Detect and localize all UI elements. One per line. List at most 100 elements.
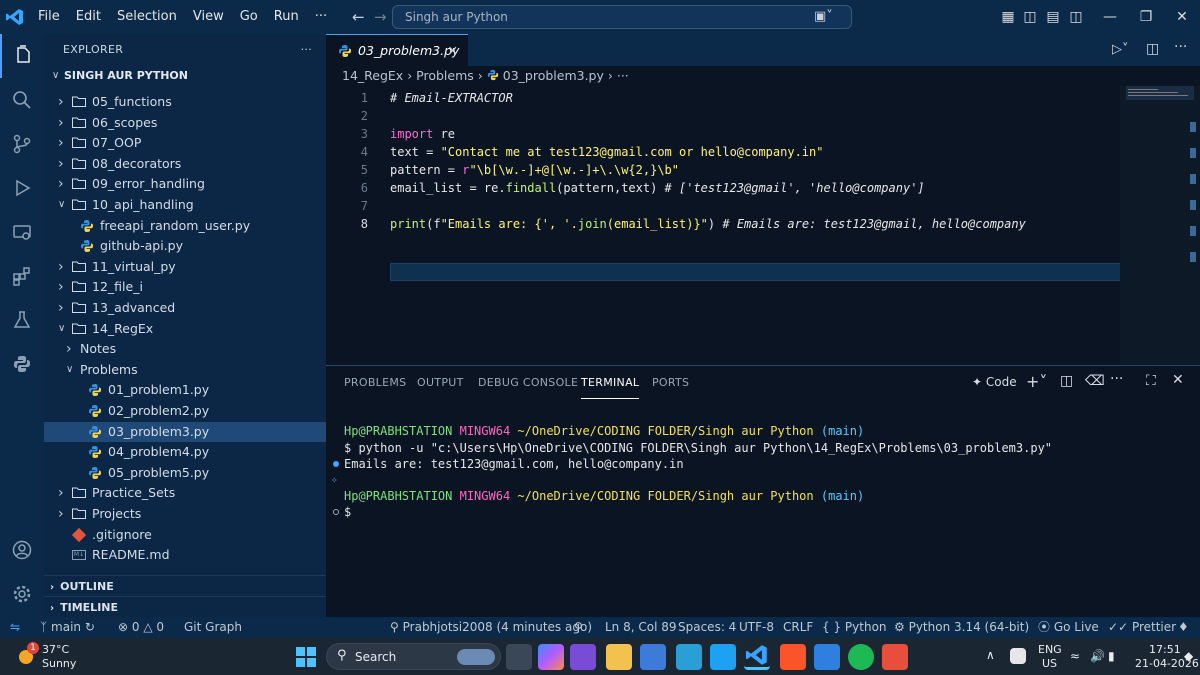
tree-item[interactable]: › 08_decorators — [44, 154, 326, 174]
copilot-app-icon[interactable] — [538, 644, 564, 670]
command-center-search[interactable]: Singh aur Python — [392, 5, 852, 29]
battery-icon[interactable]: ▮ — [1108, 649, 1115, 663]
back-arrow-icon[interactable]: ← — [352, 0, 365, 34]
forward-arrow-icon[interactable]: → — [374, 0, 387, 34]
tree-item[interactable]: ∨ 14_RegEx — [44, 319, 326, 339]
weather-sun-icon[interactable]: 1 — [15, 642, 39, 667]
tree-item[interactable]: › 05_functions — [44, 92, 326, 112]
terminal-profile-selector[interactable]: ✦ Code — [972, 375, 1017, 389]
menu-run[interactable]: Run — [266, 0, 307, 34]
start-windows-icon[interactable] — [293, 644, 319, 670]
tree-item[interactable]: › 12_file_i — [44, 277, 326, 297]
wifi-icon[interactable]: ≈ — [1070, 649, 1080, 663]
twitter-icon[interactable] — [710, 644, 736, 670]
source-control-icon[interactable] — [0, 122, 44, 166]
tree-item[interactable]: 02_problem2.py — [44, 401, 326, 421]
taskbar-search[interactable]: ⚲ Search — [326, 643, 501, 670]
command-success-dot-icon[interactable] — [333, 461, 339, 467]
breadcrumb-item[interactable]: ··· — [617, 68, 629, 83]
tree-item[interactable]: › Practice_Sets — [44, 483, 326, 503]
app-icon[interactable] — [814, 644, 840, 670]
restore-icon[interactable]: ❐ — [1126, 0, 1166, 34]
minimap[interactable] — [1120, 86, 1200, 365]
python-icon[interactable] — [0, 342, 44, 386]
input-region[interactable]: US — [1042, 657, 1057, 670]
tree-item[interactable]: › 07_OOP — [44, 133, 326, 153]
new-terminal-icon[interactable]: +˅ — [1026, 372, 1047, 391]
tree-item[interactable]: github-api.py — [44, 236, 326, 256]
branch-indicator[interactable]: ᛉ main ↻ — [40, 617, 95, 638]
tree-item[interactable]: 05_problem5.py — [44, 463, 326, 483]
volume-icon[interactable]: 🔊 — [1090, 649, 1105, 663]
end-of-line[interactable]: CRLF — [783, 617, 813, 638]
extensions-icon[interactable] — [0, 254, 44, 298]
testing-flask-icon[interactable] — [0, 298, 44, 342]
tab-close-icon[interactable]: ✕ — [448, 43, 458, 58]
copilot-icon[interactable]: ▣˅ — [814, 0, 833, 34]
kill-terminal-trash-icon[interactable]: ⌫ — [1085, 373, 1105, 389]
menu-edit[interactable]: Edit — [68, 0, 109, 34]
clock-time[interactable]: 17:51 — [1149, 643, 1181, 656]
remote-explorer-icon[interactable] — [0, 210, 44, 254]
run-debug-icon[interactable] — [0, 166, 44, 210]
tree-item[interactable]: 03_problem3.py — [44, 422, 326, 442]
tray-chevron-up-icon[interactable]: ∧ — [986, 648, 995, 662]
menu-go[interactable]: Go — [232, 0, 266, 34]
split-terminal-icon[interactable]: ◫ — [1060, 373, 1073, 389]
explorer-more-button[interactable]: ··· — [282, 34, 312, 66]
tab-output[interactable]: OUTPUT — [417, 366, 464, 400]
language-mode[interactable]: { } Python — [822, 617, 887, 638]
tree-item[interactable]: 01_problem1.py — [44, 380, 326, 400]
spotify-icon[interactable] — [848, 644, 874, 670]
file-explorer-icon[interactable] — [606, 644, 632, 670]
input-language[interactable]: ENG — [1038, 643, 1062, 656]
account-icon[interactable] — [0, 528, 44, 572]
menu-selection[interactable]: Selection — [109, 0, 185, 34]
microsoft-store-icon[interactable] — [640, 644, 666, 670]
python-interpreter[interactable]: ⚙ Python 3.14 (64-bit) — [894, 617, 1029, 638]
tab-terminal[interactable]: TERMINAL — [581, 366, 640, 399]
tree-item[interactable]: › 09_error_handling — [44, 174, 326, 194]
settings-gear-icon[interactable] — [0, 572, 44, 616]
run-python-file-icon[interactable]: ▷˅ — [1112, 42, 1129, 57]
code-editor[interactable]: 1 2 3 4 5 6 7 8 # Email-EXTRACTOR import re text … — [326, 86, 1130, 365]
minimize-icon[interactable]: — — [1090, 0, 1130, 34]
menu-view[interactable]: View — [185, 0, 232, 34]
zoom-icon[interactable]: ⚲ — [574, 617, 583, 638]
breadcrumb-item[interactable]: 14_RegEx — [342, 68, 403, 83]
close-panel-icon[interactable]: ✕ — [1172, 372, 1184, 388]
tree-item[interactable]: › Notes — [44, 339, 326, 359]
workspace-root[interactable]: ∨ SINGH AUR PYTHON — [44, 66, 326, 86]
cursor-position[interactable]: Ln 8, Col 89 — [605, 617, 677, 638]
tree-item[interactable]: › 13_advanced — [44, 298, 326, 318]
app-icon[interactable] — [570, 644, 596, 670]
weather-app-icon[interactable] — [676, 644, 702, 670]
timeline-section[interactable]: › TIMELINE — [44, 596, 326, 617]
git-blame-indicator[interactable]: ⚲ Prabhjotsi2008 (4 minutes ago) — [390, 617, 592, 638]
tree-item[interactable]: ∨ Problems — [44, 360, 326, 380]
vscode-taskbar-icon[interactable] — [744, 644, 770, 670]
breadcrumb-item[interactable]: 03_problem3.py — [503, 68, 604, 83]
git-graph-button[interactable]: Git Graph — [184, 617, 242, 638]
encoding[interactable]: UTF-8 — [739, 617, 774, 638]
problems-indicator[interactable]: ⊗ 0 △ 0 — [118, 617, 164, 638]
tree-item[interactable]: ∨ 10_api_handling — [44, 195, 326, 215]
split-editor-icon[interactable]: ◫ — [1146, 41, 1159, 57]
tab-problems[interactable]: PROBLEMS — [344, 366, 406, 400]
tree-item[interactable]: freeapi_random_user.py — [44, 216, 326, 236]
tab-ports[interactable]: PORTS — [652, 366, 689, 400]
tree-item[interactable]: M↓ README.md — [44, 545, 326, 565]
prettier-status[interactable]: ✓✓ Prettier — [1108, 617, 1176, 638]
panel-more-button[interactable]: ··· — [1110, 371, 1123, 387]
indentation[interactable]: Spaces: 4 — [678, 617, 736, 638]
notifications-icon[interactable]: ◆ — [1184, 649, 1193, 663]
task-view-icon[interactable] — [506, 644, 532, 670]
git-app-icon[interactable] — [882, 644, 908, 670]
tree-item[interactable]: › Projects — [44, 504, 326, 524]
tree-item[interactable]: 04_problem4.py — [44, 442, 326, 462]
outline-section[interactable]: › OUTLINE — [44, 575, 326, 596]
editor-more-button[interactable]: ··· — [1174, 39, 1187, 55]
tab-debug-console[interactable]: DEBUG CONSOLE — [478, 366, 578, 400]
maximize-panel-icon[interactable]: ⛶ — [1146, 373, 1156, 389]
brave-browser-icon[interactable] — [780, 644, 806, 670]
